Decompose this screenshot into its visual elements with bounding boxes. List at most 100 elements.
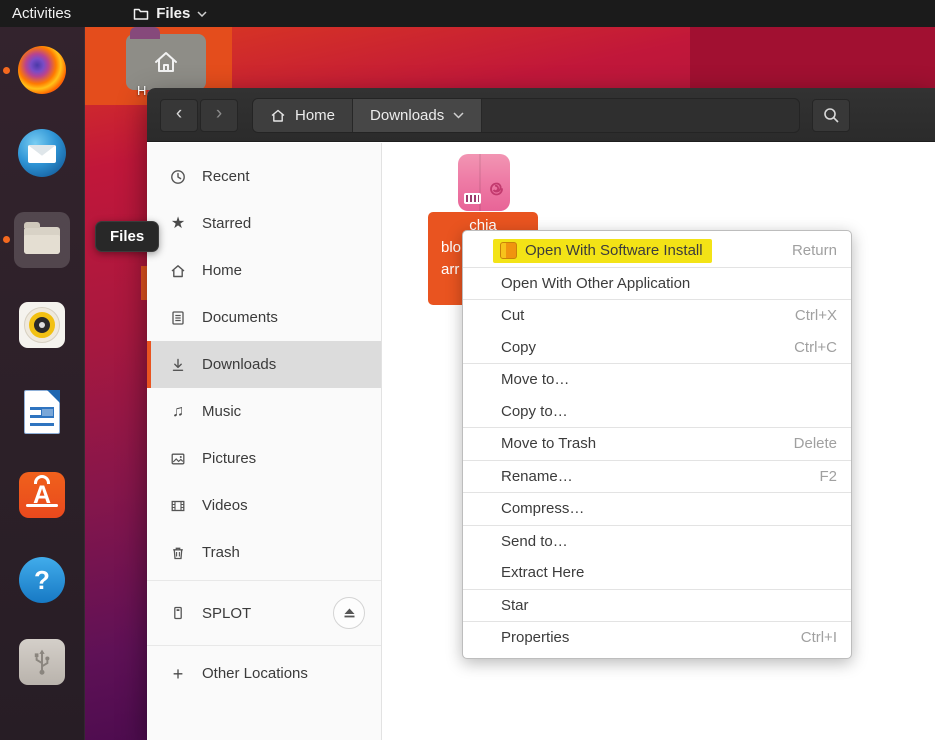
- files-icon: [24, 227, 60, 254]
- thunderbird-icon: [18, 129, 66, 177]
- dock-item-help[interactable]: ?: [14, 552, 70, 608]
- recent-icon: [169, 169, 187, 185]
- sidebar-item-label: Other Locations: [202, 665, 308, 682]
- help-icon: ?: [19, 557, 65, 603]
- eject-button[interactable]: [333, 597, 365, 629]
- eject-icon: [343, 607, 356, 619]
- download-icon: [169, 357, 187, 373]
- menu-item-send-to[interactable]: Send to…: [463, 526, 851, 558]
- annotation-highlight: Open With Software Install: [493, 239, 712, 263]
- menu-item-move-to[interactable]: Move to…: [463, 364, 851, 396]
- film-icon: [169, 498, 187, 514]
- rhythmbox-icon: [19, 302, 65, 348]
- forward-icon: ›: [216, 103, 222, 125]
- sidebar-item-label: SPLOT: [202, 605, 251, 622]
- menu-item-cut[interactable]: Cut Ctrl+X: [463, 300, 851, 332]
- menu-item-extract-here[interactable]: Extract Here: [463, 557, 851, 589]
- star-icon: ★: [169, 216, 187, 232]
- debian-swirl-icon: [488, 181, 506, 199]
- breadcrumb-downloads-label: Downloads: [370, 107, 444, 124]
- sidebar-item-label: Starred: [202, 215, 251, 232]
- desktop-home-folder-icon[interactable]: [126, 34, 206, 90]
- sidebar-item-trash[interactable]: Trash: [147, 529, 381, 576]
- chevron-down-icon: [453, 112, 464, 119]
- sidebar-item-other-locations[interactable]: + Other Locations: [147, 650, 381, 697]
- sidebar-item-label: Music: [202, 403, 241, 420]
- usb-stick-icon: [169, 605, 187, 621]
- menu-item-open-with-other-application[interactable]: Open With Other Application: [463, 268, 851, 300]
- desktop-folder-label: H: [137, 83, 146, 98]
- firefox-icon: [18, 46, 66, 94]
- sidebar-separator: [147, 580, 381, 581]
- ubuntu-software-icon: A: [19, 472, 65, 518]
- chevron-down-icon: [197, 11, 207, 17]
- sidebar-item-music[interactable]: ♫ Music: [147, 388, 381, 435]
- dock-item-rhythmbox[interactable]: [14, 297, 70, 353]
- app-menu-button[interactable]: Files: [133, 5, 207, 22]
- menu-item-move-to-trash[interactable]: Move to Trash Delete: [463, 428, 851, 460]
- home-icon: [169, 263, 187, 279]
- menu-item-open-with-software-install[interactable]: Open With Software Install Return: [463, 235, 851, 267]
- sidebar-item-label: Downloads: [202, 356, 276, 373]
- menu-item-copy-to[interactable]: Copy to…: [463, 396, 851, 428]
- menu-item-star[interactable]: Star: [463, 590, 851, 622]
- sidebar-item-documents[interactable]: Documents: [147, 294, 381, 341]
- deb-package-icon[interactable]: [458, 154, 510, 211]
- sidebar-separator: [147, 645, 381, 646]
- home-icon: [270, 108, 286, 123]
- header-bar: ‹ › Home Downloads: [147, 88, 935, 142]
- menu-item-compress[interactable]: Compress…: [463, 493, 851, 525]
- search-button[interactable]: [812, 99, 850, 132]
- menu-item-copy[interactable]: Copy Ctrl+C: [463, 332, 851, 364]
- sidebar-item-label: Home: [202, 262, 242, 279]
- sidebar-item-starred[interactable]: ★ Starred: [147, 200, 381, 247]
- menu-item-rename[interactable]: Rename… F2: [463, 461, 851, 493]
- forward-button[interactable]: ›: [200, 99, 238, 132]
- sidebar-item-label: Documents: [202, 309, 278, 326]
- back-icon: ‹: [176, 103, 182, 125]
- dock-item-files[interactable]: [14, 212, 70, 268]
- sidebar-item-label: Recent: [202, 168, 250, 185]
- dock-item-ubuntu-software[interactable]: A: [14, 467, 70, 523]
- picture-icon: [169, 451, 187, 467]
- house-glyph: [152, 50, 180, 74]
- sidebar-item-recent[interactable]: Recent: [147, 153, 381, 200]
- dock-item-usb-drive[interactable]: [14, 634, 70, 690]
- dock-item-firefox[interactable]: [14, 42, 70, 98]
- breadcrumb-downloads[interactable]: Downloads: [353, 99, 482, 132]
- running-indicator-firefox: [3, 67, 10, 74]
- dock: A ?: [0, 27, 85, 740]
- software-install-icon: [500, 242, 517, 259]
- document-icon: [169, 310, 187, 326]
- sidebar-item-label: Trash: [202, 544, 240, 561]
- menu-item-properties[interactable]: Properties Ctrl+I: [463, 622, 851, 654]
- usb-drive-icon: [19, 639, 65, 685]
- sidebar-item-label: Pictures: [202, 450, 256, 467]
- dock-tooltip: Files: [95, 221, 159, 252]
- running-indicator-files: [3, 236, 10, 243]
- dock-item-thunderbird[interactable]: [14, 125, 70, 181]
- breadcrumb-home[interactable]: Home: [253, 99, 353, 132]
- folder-icon: [133, 7, 149, 21]
- wallpaper-band-red: [690, 27, 935, 88]
- app-menu-label: Files: [156, 5, 190, 22]
- sidebar: Recent ★ Starred Home Documents Download…: [147, 143, 382, 740]
- sidebar-item-home[interactable]: Home: [147, 247, 381, 294]
- plus-icon: +: [169, 665, 187, 683]
- path-bar: Home Downloads: [252, 98, 800, 133]
- music-icon: ♫: [169, 404, 187, 420]
- sidebar-item-label: Videos: [202, 497, 248, 514]
- sidebar-item-pictures[interactable]: Pictures: [147, 435, 381, 482]
- libreoffice-writer-icon: [24, 390, 60, 434]
- search-icon: [823, 107, 840, 124]
- back-button[interactable]: ‹: [160, 99, 198, 132]
- activities-button[interactable]: Activities: [12, 5, 71, 22]
- trash-icon: [169, 545, 187, 561]
- sidebar-item-splot-drive[interactable]: SPLOT: [147, 585, 381, 641]
- top-bar: Activities Files: [0, 0, 935, 27]
- dock-item-libreoffice-writer[interactable]: [14, 384, 70, 440]
- sidebar-item-videos[interactable]: Videos: [147, 482, 381, 529]
- barcode-detail: [464, 193, 481, 204]
- context-menu: Open With Software Install Return Open W…: [462, 230, 852, 659]
- sidebar-item-downloads[interactable]: Downloads: [147, 341, 381, 388]
